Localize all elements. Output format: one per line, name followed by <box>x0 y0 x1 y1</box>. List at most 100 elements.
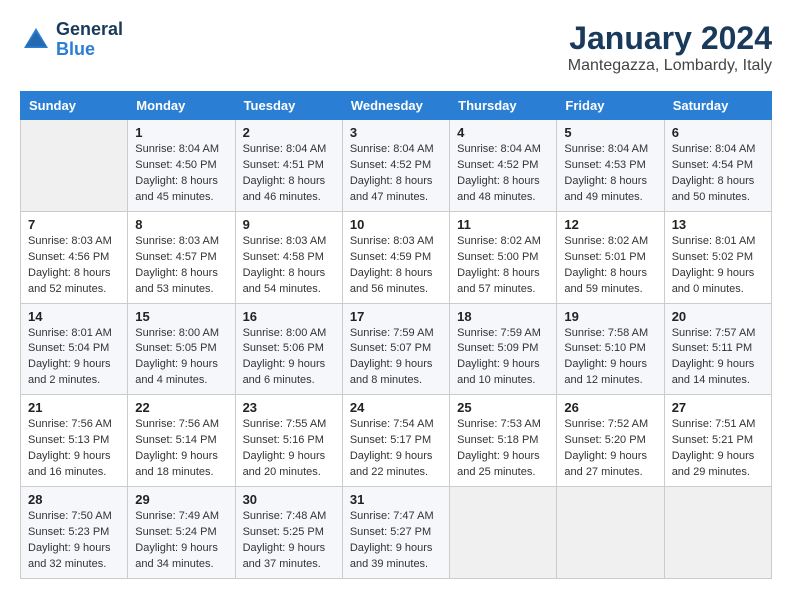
calendar-cell: 17 Sunrise: 7:59 AM Sunset: 5:07 PM Dayli… <box>342 303 449 395</box>
day-info: Sunrise: 7:50 AM Sunset: 5:23 PM Dayligh… <box>28 509 120 573</box>
column-header-monday: Monday <box>128 92 235 120</box>
calendar-cell: 9 Sunrise: 8:03 AM Sunset: 4:58 PM Daylig… <box>235 211 342 303</box>
day-number: 26 <box>564 400 656 415</box>
day-number: 16 <box>243 309 335 324</box>
day-number: 9 <box>243 217 335 232</box>
day-number: 20 <box>672 309 764 324</box>
main-title: January 2024 <box>568 20 772 57</box>
day-number: 13 <box>672 217 764 232</box>
column-header-saturday: Saturday <box>664 92 771 120</box>
day-number: 15 <box>135 309 227 324</box>
calendar-cell: 22 Sunrise: 7:56 AM Sunset: 5:14 PM Dayli… <box>128 395 235 487</box>
calendar-cell: 12Sunrise: 8:02 AM Sunset: 5:01 PM Dayli… <box>557 211 664 303</box>
calendar-cell: 16 Sunrise: 8:00 AM Sunset: 5:06 PM Dayli… <box>235 303 342 395</box>
day-info: Sunrise: 7:57 AM Sunset: 5:11 PM Dayligh… <box>672 326 764 390</box>
day-number: 2 <box>243 125 335 140</box>
day-info: Sunrise: 8:03 AM Sunset: 4:56 PM Dayligh… <box>28 234 120 298</box>
calendar-cell <box>557 487 664 579</box>
calendar-cell: 20 Sunrise: 7:57 AM Sunset: 5:11 PM Dayli… <box>664 303 771 395</box>
column-header-thursday: Thursday <box>450 92 557 120</box>
day-number: 17 <box>350 309 442 324</box>
calendar-cell: 21Sunrise: 7:56 AM Sunset: 5:13 PM Dayli… <box>21 395 128 487</box>
subtitle: Mantegazza, Lombardy, Italy <box>568 57 772 75</box>
day-number: 6 <box>672 125 764 140</box>
day-info: Sunrise: 8:04 AM Sunset: 4:52 PM Dayligh… <box>350 142 442 206</box>
day-info: Sunrise: 7:49 AM Sunset: 5:24 PM Dayligh… <box>135 509 227 573</box>
calendar-cell: 19 Sunrise: 7:58 AM Sunset: 5:10 PM Dayli… <box>557 303 664 395</box>
calendar-cell: 24Sunrise: 7:54 AM Sunset: 5:17 PM Dayli… <box>342 395 449 487</box>
calendar-cell: 7 Sunrise: 8:03 AM Sunset: 4:56 PM Daylig… <box>21 211 128 303</box>
week-row-5: 28 Sunrise: 7:50 AM Sunset: 5:23 PM Dayli… <box>21 487 772 579</box>
day-info: Sunrise: 8:00 AM Sunset: 5:06 PM Dayligh… <box>243 326 335 390</box>
day-number: 23 <box>243 400 335 415</box>
day-info: Sunrise: 8:03 AM Sunset: 4:59 PM Dayligh… <box>350 234 442 298</box>
day-info: Sunrise: 8:01 AM Sunset: 5:02 PM Dayligh… <box>672 234 764 298</box>
day-info: Sunrise: 7:48 AM Sunset: 5:25 PM Dayligh… <box>243 509 335 573</box>
page-header: General Blue January 2024 Mantegazza, Lo… <box>20 20 772 75</box>
day-info: Sunrise: 7:59 AM Sunset: 5:09 PM Dayligh… <box>457 326 549 390</box>
day-info: Sunrise: 7:58 AM Sunset: 5:10 PM Dayligh… <box>564 326 656 390</box>
column-header-wednesday: Wednesday <box>342 92 449 120</box>
day-info: Sunrise: 8:02 AM Sunset: 5:00 PM Dayligh… <box>457 234 549 298</box>
header-row: SundayMondayTuesdayWednesdayThursdayFrid… <box>21 92 772 120</box>
week-row-4: 21Sunrise: 7:56 AM Sunset: 5:13 PM Dayli… <box>21 395 772 487</box>
day-number: 4 <box>457 125 549 140</box>
calendar-body: 1Sunrise: 8:04 AM Sunset: 4:50 PM Daylig… <box>21 120 772 579</box>
calendar-cell: 18 Sunrise: 7:59 AM Sunset: 5:09 PM Dayli… <box>450 303 557 395</box>
day-number: 11 <box>457 217 549 232</box>
day-info: Sunrise: 7:52 AM Sunset: 5:20 PM Dayligh… <box>564 417 656 481</box>
day-info: Sunrise: 8:04 AM Sunset: 4:52 PM Dayligh… <box>457 142 549 206</box>
day-number: 22 <box>135 400 227 415</box>
day-number: 7 <box>28 217 120 232</box>
calendar-cell <box>664 487 771 579</box>
day-number: 8 <box>135 217 227 232</box>
day-info: Sunrise: 7:56 AM Sunset: 5:14 PM Dayligh… <box>135 417 227 481</box>
day-number: 29 <box>135 492 227 507</box>
day-info: Sunrise: 8:03 AM Sunset: 4:57 PM Dayligh… <box>135 234 227 298</box>
week-row-2: 7 Sunrise: 8:03 AM Sunset: 4:56 PM Daylig… <box>21 211 772 303</box>
title-area: January 2024 Mantegazza, Lombardy, Italy <box>568 20 772 75</box>
day-number: 5 <box>564 125 656 140</box>
calendar-cell: 28 Sunrise: 7:50 AM Sunset: 5:23 PM Dayli… <box>21 487 128 579</box>
logo: General Blue <box>20 20 123 60</box>
day-number: 27 <box>672 400 764 415</box>
day-info: Sunrise: 8:04 AM Sunset: 4:54 PM Dayligh… <box>672 142 764 206</box>
calendar-cell: 10 Sunrise: 8:03 AM Sunset: 4:59 PM Dayli… <box>342 211 449 303</box>
calendar-cell: 1Sunrise: 8:04 AM Sunset: 4:50 PM Daylig… <box>128 120 235 212</box>
calendar-cell: 6 Sunrise: 8:04 AM Sunset: 4:54 PM Daylig… <box>664 120 771 212</box>
calendar-cell: 15 Sunrise: 8:00 AM Sunset: 5:05 PM Dayli… <box>128 303 235 395</box>
day-number: 19 <box>564 309 656 324</box>
day-info: Sunrise: 7:59 AM Sunset: 5:07 PM Dayligh… <box>350 326 442 390</box>
calendar-cell: 27 Sunrise: 7:51 AM Sunset: 5:21 PM Dayli… <box>664 395 771 487</box>
logo-text: General Blue <box>56 20 123 60</box>
day-number: 24 <box>350 400 442 415</box>
day-number: 10 <box>350 217 442 232</box>
day-info: Sunrise: 7:55 AM Sunset: 5:16 PM Dayligh… <box>243 417 335 481</box>
day-info: Sunrise: 7:53 AM Sunset: 5:18 PM Dayligh… <box>457 417 549 481</box>
day-info: Sunrise: 8:04 AM Sunset: 4:50 PM Dayligh… <box>135 142 227 206</box>
column-header-friday: Friday <box>557 92 664 120</box>
day-number: 18 <box>457 309 549 324</box>
day-info: Sunrise: 7:51 AM Sunset: 5:21 PM Dayligh… <box>672 417 764 481</box>
calendar-cell: 23 Sunrise: 7:55 AM Sunset: 5:16 PM Dayli… <box>235 395 342 487</box>
day-number: 21 <box>28 400 120 415</box>
calendar-cell <box>450 487 557 579</box>
day-info: Sunrise: 8:03 AM Sunset: 4:58 PM Dayligh… <box>243 234 335 298</box>
day-number: 28 <box>28 492 120 507</box>
day-info: Sunrise: 8:00 AM Sunset: 5:05 PM Dayligh… <box>135 326 227 390</box>
day-info: Sunrise: 8:04 AM Sunset: 4:53 PM Dayligh… <box>564 142 656 206</box>
calendar-cell: 25Sunrise: 7:53 AM Sunset: 5:18 PM Dayli… <box>450 395 557 487</box>
calendar-cell <box>21 120 128 212</box>
calendar-cell: 5 Sunrise: 8:04 AM Sunset: 4:53 PM Daylig… <box>557 120 664 212</box>
week-row-3: 14Sunrise: 8:01 AM Sunset: 5:04 PM Dayli… <box>21 303 772 395</box>
column-header-tuesday: Tuesday <box>235 92 342 120</box>
calendar-cell: 11 Sunrise: 8:02 AM Sunset: 5:00 PM Dayli… <box>450 211 557 303</box>
day-number: 14 <box>28 309 120 324</box>
calendar-cell: 14Sunrise: 8:01 AM Sunset: 5:04 PM Dayli… <box>21 303 128 395</box>
logo-icon <box>20 24 52 56</box>
column-header-sunday: Sunday <box>21 92 128 120</box>
calendar-cell: 29 Sunrise: 7:49 AM Sunset: 5:24 PM Dayli… <box>128 487 235 579</box>
calendar-table: SundayMondayTuesdayWednesdayThursdayFrid… <box>20 91 772 579</box>
calendar-cell: 13 Sunrise: 8:01 AM Sunset: 5:02 PM Dayli… <box>664 211 771 303</box>
calendar-cell: 30Sunrise: 7:48 AM Sunset: 5:25 PM Dayli… <box>235 487 342 579</box>
